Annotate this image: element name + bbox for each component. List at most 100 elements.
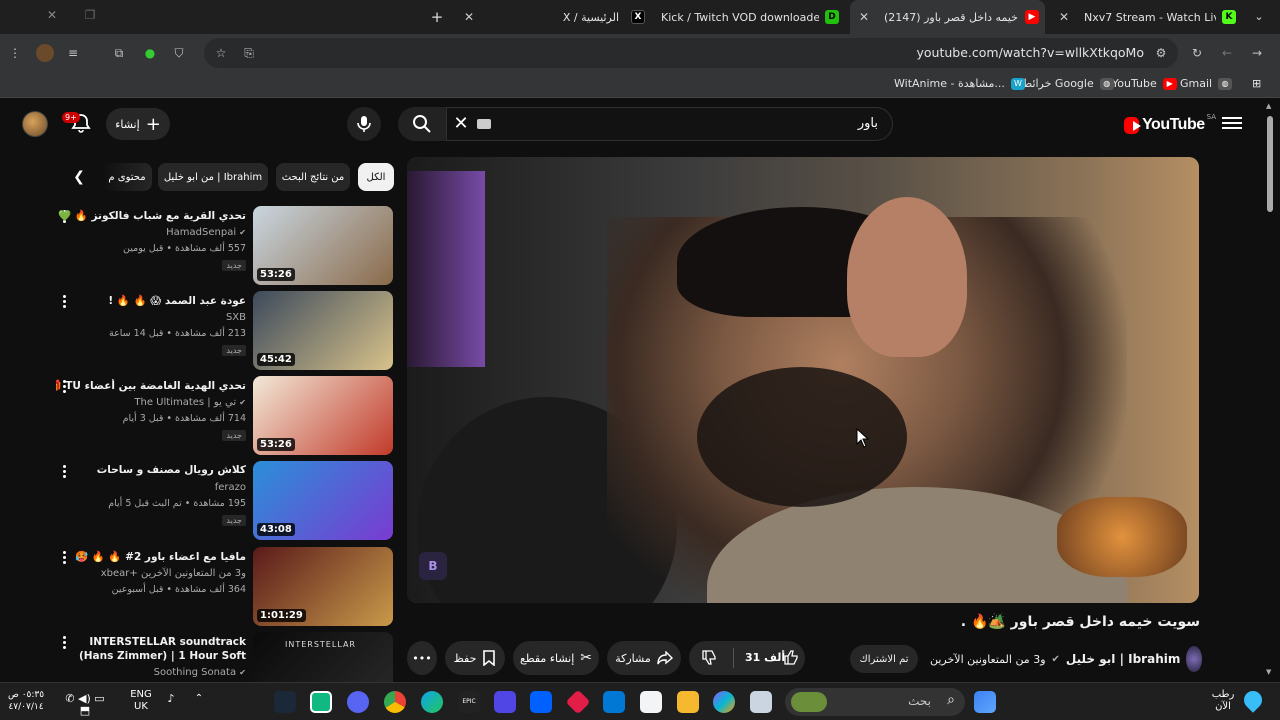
recommendation-item[interactable]: تحدي الهدية الغامضة بين أعضاء TU 🎁 The U… xyxy=(56,376,396,458)
start-button[interactable] xyxy=(974,691,996,713)
file-explorer-icon[interactable] xyxy=(677,691,699,713)
omnibox[interactable]: ☆ ⎘ youtube.com/watch?v=wllkXtkqoMo ⚙ xyxy=(204,38,1178,68)
search-input[interactable]: باور xyxy=(446,107,893,141)
menu-icon[interactable]: ⋮ xyxy=(6,44,24,62)
search-button[interactable] xyxy=(398,107,446,141)
app-icon[interactable] xyxy=(494,691,516,713)
like-button[interactable] xyxy=(783,649,799,668)
clock[interactable]: ٠٥:٣٥ ص ٤٧/٠٧/١٤ xyxy=(6,689,46,713)
recommendation-item[interactable]: INTERSTELLAR soundtrack (Hans Zimmer) | … xyxy=(56,632,396,682)
close-tab-icon[interactable]: ✕ xyxy=(1056,10,1072,24)
channel-watermark[interactable]: B xyxy=(419,552,447,580)
app-window-icon[interactable] xyxy=(750,691,772,713)
edge-icon[interactable] xyxy=(421,691,443,713)
chip-channel[interactable]: من ابو خليل | Ibrahim xyxy=(158,163,268,191)
weather-widget[interactable]: رطب الآن xyxy=(1206,689,1240,713)
voice-search-button[interactable] xyxy=(347,107,381,141)
scroll-up-icon[interactable]: ▲ xyxy=(1266,102,1271,110)
mouse-cursor-icon xyxy=(856,428,870,448)
bookmark-gmail[interactable]: Gmail ◍ xyxy=(1180,77,1233,90)
bookmark-star-icon[interactable]: ☆ xyxy=(212,44,230,62)
share-button[interactable]: مشاركة xyxy=(607,641,681,675)
reload-icon[interactable]: ↻ xyxy=(1188,44,1206,62)
taskbar-search[interactable]: بحث ⌕ xyxy=(785,688,965,716)
media-icon[interactable]: ≡ xyxy=(64,44,82,62)
bookmark-witanime[interactable]: WitAnime - مشاهدة... W xyxy=(894,77,1025,90)
microphone-icon xyxy=(357,116,371,132)
youtube-logo[interactable]: YouTube SA xyxy=(1124,113,1216,136)
outlook-icon[interactable] xyxy=(603,691,625,713)
more-actions-button[interactable]: ••• xyxy=(407,641,437,675)
keyboard-icon[interactable] xyxy=(477,119,491,129)
close-tab-icon[interactable]: ✕ xyxy=(461,10,477,24)
dislike-button[interactable] xyxy=(701,649,717,668)
channel-name[interactable]: xbear+ و3 من المتعاونين الآخرين xyxy=(66,568,246,579)
thumbs-down-icon xyxy=(702,650,716,665)
channel-name[interactable]: Soothing Sonata ✔ xyxy=(66,667,246,678)
anydesk-icon[interactable] xyxy=(565,689,591,715)
duration-badge: 43:08 xyxy=(257,523,295,536)
install-icon[interactable]: ⎘ xyxy=(240,44,258,62)
guide-menu-icon[interactable] xyxy=(1222,114,1242,134)
new-tab-button[interactable]: + xyxy=(428,8,446,26)
tab-search-button[interactable]: ⌄ xyxy=(1250,8,1268,26)
site-settings-icon[interactable]: ⚙ xyxy=(1152,44,1170,62)
page-scrollbar[interactable]: ▲ ▼ xyxy=(1264,100,1276,682)
recommendation-item[interactable]: تحدي القرية مع شباب فالكونز 🔥 💚 HamadSen… xyxy=(56,206,396,288)
store-icon[interactable] xyxy=(640,691,662,713)
back-icon[interactable]: → xyxy=(1248,44,1266,62)
chip-related[interactable]: محتوى م xyxy=(102,163,152,191)
bookmark-youtube[interactable]: YouTube ▶ xyxy=(1112,77,1177,90)
account-avatar[interactable] xyxy=(22,111,48,137)
extensions-icon[interactable]: ⧉ xyxy=(110,44,128,62)
channel-name[interactable]: SXB xyxy=(66,312,246,323)
video-thumbnail[interactable]: 1:01:29 xyxy=(253,547,393,626)
tab-x[interactable]: ✕ X / الرئيسية X xyxy=(455,0,651,34)
bookmark-maps[interactable]: خرائط Google ◍ xyxy=(1022,77,1114,90)
channel-name[interactable]: ferazo xyxy=(66,482,246,493)
recommendation-item[interactable]: مافيا مع اعضاء باور 2# 🔥 🔥 🥵 xbear+ و3 م… xyxy=(56,547,396,629)
recommendation-item[interactable]: عودة عبد الصمد 😱 🔥 🔥 ! SXB 213 ألف مشاهد… xyxy=(56,291,396,373)
restore-window-button[interactable]: ❐ xyxy=(80,8,100,26)
scrollbar-thumb[interactable] xyxy=(1267,116,1273,212)
verified-icon: ✔ xyxy=(239,668,246,677)
profile-icon[interactable] xyxy=(36,44,54,62)
bookmark-label: WitAnime - مشاهدة... xyxy=(894,77,1005,90)
chevron-up-icon[interactable]: ⌃ xyxy=(192,693,206,705)
save-button[interactable]: حفظ xyxy=(445,641,505,675)
clear-search-icon[interactable]: ✕ xyxy=(452,114,470,134)
terminal-app-icon[interactable] xyxy=(310,691,332,713)
tab-vod-downloader[interactable]: Kick / Twitch VOD downloader D xyxy=(655,0,845,34)
language-indicator[interactable]: ENG UK xyxy=(126,689,156,713)
chip-all[interactable]: الكل xyxy=(358,163,394,191)
video-thumbnail[interactable]: 43:08 xyxy=(253,461,393,540)
logo-text: YouTube xyxy=(1142,116,1205,133)
scroll-down-icon[interactable]: ▼ xyxy=(1266,668,1271,676)
video-thumbnail[interactable]: 53:26 xyxy=(253,376,393,455)
chip-search-results[interactable]: من نتائج البحث xyxy=(276,163,350,191)
discord-icon[interactable] xyxy=(347,691,369,713)
chrome-icon[interactable] xyxy=(384,691,406,713)
shield-icon[interactable]: ⛉ xyxy=(170,44,188,62)
forward-icon[interactable]: ← xyxy=(1218,44,1236,62)
create-button[interactable]: إنشاء + xyxy=(106,108,170,140)
extension-badge-icon[interactable]: ● xyxy=(141,44,159,62)
tab-kick-stream[interactable]: ✕ Nxv7 Stream - Watch Live on Kick K xyxy=(1050,0,1242,34)
steam-icon[interactable] xyxy=(274,691,296,713)
system-tray-icons[interactable]: ✆ ◀) ▭ ⬒ xyxy=(60,693,110,717)
recommendation-item[interactable]: كلاش رويال مصنف و ساحات ferazo 195 مشاهد… xyxy=(56,461,396,543)
copilot-icon[interactable] xyxy=(713,691,735,713)
tab-youtube-video[interactable]: ✕ (2147) سويت خيمه داخل قصر باور ▶ xyxy=(850,0,1045,34)
video-player[interactable]: B xyxy=(407,157,1199,603)
dropbox-icon[interactable] xyxy=(530,691,552,713)
video-thumbnail[interactable]: 53:26 xyxy=(253,206,393,285)
microphone-icon[interactable]: ♪ xyxy=(164,693,178,705)
epic-games-icon[interactable]: EPIC xyxy=(458,691,480,713)
clip-button[interactable]: إنشاء مقطع ✂ xyxy=(513,641,599,675)
video-thumbnail[interactable]: INTERSTELLAR xyxy=(253,632,393,682)
channel-name[interactable]: The Ultimates | تي يو ✔ xyxy=(66,397,246,408)
channel-name[interactable]: HamadSenpai ✔ xyxy=(66,227,246,238)
close-tab-icon[interactable]: ✕ xyxy=(856,10,872,24)
apps-icon[interactable]: ⊞ xyxy=(1252,77,1261,90)
video-thumbnail[interactable]: 45:42 xyxy=(253,291,393,370)
